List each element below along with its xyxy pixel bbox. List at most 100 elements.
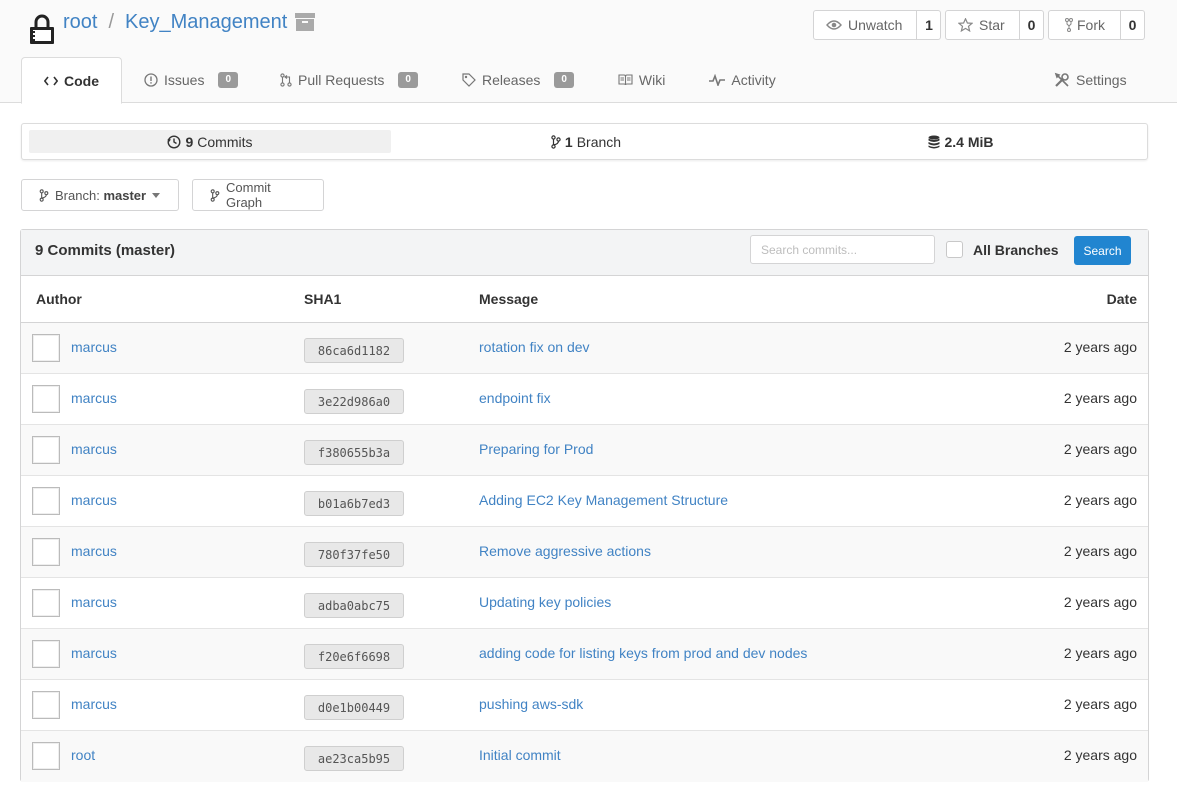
- commits-panel: 9 Commits (master) All Branches Search A…: [20, 229, 1149, 782]
- watch-button-group[interactable]: Unwatch 1: [813, 10, 941, 40]
- tab-issues[interactable]: Issues 0: [122, 57, 260, 103]
- commit-sha-button[interactable]: f20e6f6698: [304, 644, 404, 669]
- unwatch-button[interactable]: Unwatch: [814, 11, 918, 39]
- caret-down-icon: [152, 192, 161, 198]
- commit-message-link[interactable]: Adding EC2 Key Management Structure: [479, 492, 728, 508]
- repo-name-link[interactable]: Key_Management: [125, 9, 287, 35]
- tag-icon: [462, 73, 476, 87]
- table-row: marcus f380655b3a Preparing for Prod 2 y…: [21, 425, 1148, 476]
- commit-date: 2 years ago: [1063, 747, 1137, 763]
- tab-code[interactable]: Code: [21, 57, 122, 104]
- avatar[interactable]: [32, 742, 60, 770]
- pull-requests-count-badge: 0: [398, 72, 418, 88]
- repo-stats-bar: 9 Commits 1 Branch 2.4 MiB: [21, 123, 1148, 160]
- commit-message-link[interactable]: endpoint fix: [479, 390, 551, 406]
- stars-count[interactable]: 0: [1020, 11, 1043, 39]
- commit-sha-button[interactable]: d0e1b00449: [304, 695, 404, 720]
- unwatch-label: Unwatch: [848, 17, 903, 33]
- all-branches-checkbox[interactable]: [946, 241, 963, 258]
- tab-wiki[interactable]: Wiki: [596, 57, 687, 103]
- repo-title: root / Key_Management: [63, 9, 316, 35]
- commit-date: 2 years ago: [1063, 339, 1137, 355]
- commit-author-link[interactable]: marcus: [71, 594, 117, 610]
- commit-message-link[interactable]: Updating key policies: [479, 594, 611, 610]
- repo-path-separator: /: [108, 11, 115, 33]
- commit-date: 2 years ago: [1063, 492, 1137, 508]
- commit-sha-button[interactable]: f380655b3a: [304, 440, 404, 465]
- tab-activity[interactable]: Activity: [687, 57, 797, 103]
- commit-date: 2 years ago: [1063, 645, 1137, 661]
- repo-owner-link[interactable]: root: [63, 9, 97, 35]
- commit-author-link[interactable]: marcus: [71, 696, 117, 712]
- eye-icon: [826, 19, 842, 31]
- sha-column-header: SHA1: [304, 291, 342, 307]
- commits-count: 9: [185, 133, 194, 150]
- commit-author-link[interactable]: marcus: [71, 543, 117, 559]
- watchers-count[interactable]: 1: [917, 11, 940, 39]
- commits-table-header: Author SHA1 Message Date: [21, 276, 1148, 323]
- lock-icon: [29, 13, 55, 45]
- table-row: marcus 780f37fe50 Remove aggressive acti…: [21, 527, 1148, 578]
- commit-message-link[interactable]: rotation fix on dev: [479, 339, 590, 355]
- avatar[interactable]: [32, 640, 60, 668]
- avatar[interactable]: [32, 334, 60, 362]
- table-row: marcus 3e22d986a0 endpoint fix 2 years a…: [21, 374, 1148, 425]
- releases-count-badge: 0: [554, 72, 574, 88]
- tab-settings[interactable]: Settings: [1054, 57, 1127, 103]
- star-button-group[interactable]: Star 0: [945, 10, 1044, 40]
- commit-sha-button[interactable]: 3e22d986a0: [304, 389, 404, 414]
- commit-sha-button[interactable]: ae23ca5b95: [304, 746, 404, 771]
- tab-releases[interactable]: Releases 0: [440, 57, 596, 103]
- avatar[interactable]: [32, 385, 60, 413]
- fork-button[interactable]: Fork: [1049, 11, 1121, 39]
- pulse-icon: [709, 74, 726, 86]
- avatar[interactable]: [32, 487, 60, 515]
- commit-graph-button[interactable]: Commit Graph: [192, 179, 324, 211]
- avatar[interactable]: [32, 589, 60, 617]
- commit-author-link[interactable]: marcus: [71, 390, 117, 406]
- issue-icon: [144, 73, 158, 87]
- all-branches-toggle[interactable]: All Branches: [946, 241, 1059, 258]
- avatar[interactable]: [32, 436, 60, 464]
- star-button[interactable]: Star: [946, 11, 1020, 39]
- fork-icon: [1065, 18, 1073, 32]
- commit-sha-button[interactable]: 780f37fe50: [304, 542, 404, 567]
- commits-stat[interactable]: 9 Commits: [29, 130, 391, 153]
- tab-code-label: Code: [64, 72, 99, 89]
- commit-author-link[interactable]: marcus: [71, 645, 117, 661]
- branches-stat[interactable]: 1 Branch: [417, 130, 755, 153]
- table-row: marcus 86ca6d1182 rotation fix on dev 2 …: [21, 323, 1148, 374]
- table-row: marcus f20e6f6698 adding code for listin…: [21, 629, 1148, 680]
- commit-sha-button[interactable]: adba0abc75: [304, 593, 404, 618]
- avatar[interactable]: [32, 538, 60, 566]
- table-row: marcus adba0abc75 Updating key policies …: [21, 578, 1148, 629]
- commit-message-link[interactable]: Initial commit: [479, 747, 561, 763]
- fork-button-group[interactable]: Fork 0: [1048, 10, 1145, 40]
- commit-message-link[interactable]: Preparing for Prod: [479, 441, 593, 457]
- branch-dropdown[interactable]: Branch: master: [21, 179, 179, 211]
- table-row: marcus d0e1b00449 pushing aws-sdk 2 year…: [21, 680, 1148, 731]
- message-column-header: Message: [479, 291, 539, 307]
- commit-author-link[interactable]: marcus: [71, 339, 117, 355]
- commit-message-link[interactable]: Remove aggressive actions: [479, 543, 651, 559]
- commit-author-link[interactable]: marcus: [71, 441, 117, 457]
- search-button[interactable]: Search: [1074, 236, 1131, 265]
- avatar[interactable]: [32, 691, 60, 719]
- commit-author-link[interactable]: root: [71, 747, 95, 763]
- branches-label: Branch: [576, 133, 622, 150]
- commit-sha-button[interactable]: b01a6b7ed3: [304, 491, 404, 516]
- commit-sha-button[interactable]: 86ca6d1182: [304, 338, 404, 363]
- commit-message-link[interactable]: pushing aws-sdk: [479, 696, 583, 712]
- branch-icon: [551, 134, 561, 149]
- search-commits-input[interactable]: [750, 235, 935, 264]
- tab-pull-requests[interactable]: Pull Requests 0: [260, 57, 440, 103]
- commit-author-link[interactable]: marcus: [71, 492, 117, 508]
- history-icon: [167, 134, 181, 149]
- commit-message-link[interactable]: adding code for listing keys from prod a…: [479, 645, 807, 661]
- commit-graph-label: Commit Graph: [226, 180, 271, 210]
- forks-count[interactable]: 0: [1121, 11, 1144, 39]
- size-stat: 2.4 MiB: [782, 130, 1140, 153]
- branch-dropdown-value: master: [103, 187, 147, 203]
- pull-request-icon: [280, 73, 292, 87]
- commit-date: 2 years ago: [1063, 441, 1137, 457]
